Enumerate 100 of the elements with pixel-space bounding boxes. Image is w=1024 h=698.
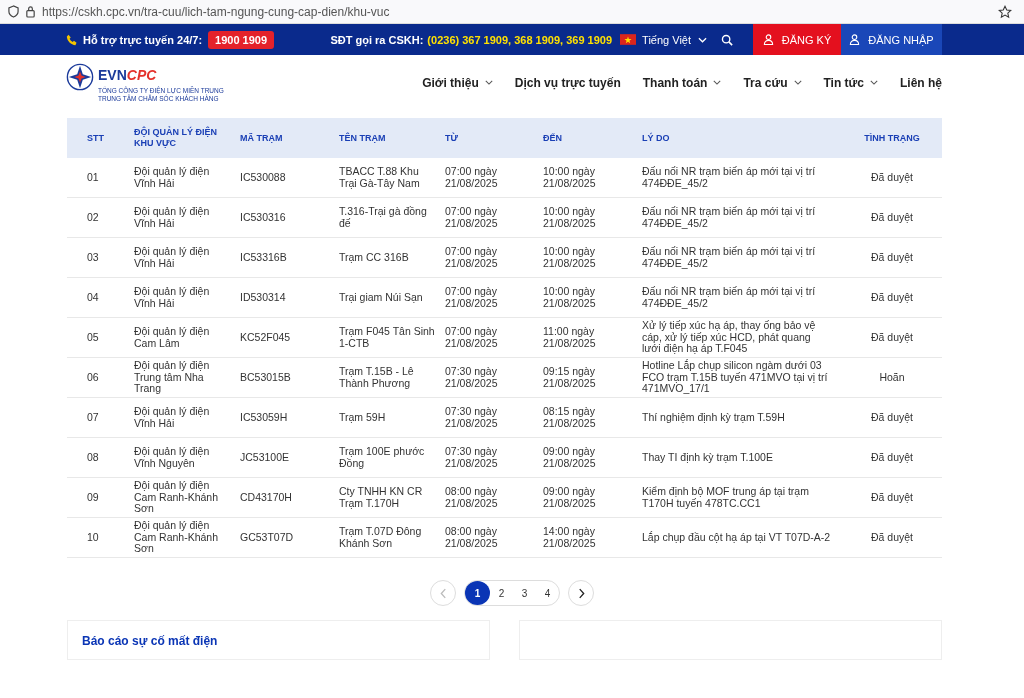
login-button[interactable]: ĐĂNG NHẬP: [841, 24, 942, 55]
page-button[interactable]: 3: [513, 581, 536, 605]
table-cell-text: KC52F045: [240, 331, 292, 344]
chevron-down-icon: [698, 36, 707, 43]
table-cell-text: Trạm F045 Tân Sinh 1-CTB: [339, 326, 436, 349]
table-cell-text: Cty TNHH KN CR Trạm T.170H: [339, 486, 424, 509]
column-header: ĐẾN: [543, 132, 563, 144]
table-cell-text: Đã duyệt: [870, 451, 914, 464]
user-icon: [849, 34, 861, 45]
star-icon[interactable]: [998, 4, 1012, 19]
page-button[interactable]: 4: [536, 581, 559, 605]
table-cell-text: Đấu nối NR trạm biến áp mới tại vị trí 474ĐĐE_45/2: [642, 166, 817, 189]
table-cell-text: 11:00 ngày 21/08/2025: [543, 326, 597, 349]
chevron-down-icon: [793, 80, 802, 85]
table-cell-text: IC53059H: [240, 411, 289, 424]
table-cell-text: 08:00 ngày 21/08/2025: [445, 526, 499, 549]
table-cell-text: Đã duyệt: [870, 291, 914, 304]
table-cell-text: IC530088: [240, 171, 287, 184]
table-cell-text: 03: [86, 251, 100, 264]
table-cell-text: 07:30 ngày 21/08/2025: [445, 366, 499, 389]
table-cell-text: 10:00 ngày 21/08/2025: [543, 286, 597, 309]
column-header: ĐỘI QUẢN LÝ ĐIỆN KHU VỰC: [134, 127, 218, 149]
hotline-badge[interactable]: 1900 1909: [208, 30, 275, 49]
table-cell-text: 10:00 ngày 21/08/2025: [543, 246, 597, 269]
card-title: Báo cáo sự cố mất điện: [82, 634, 218, 648]
table-cell-text: 10:00 ngày 21/08/2025: [543, 166, 597, 189]
table-cell-text: 07:00 ngày 21/08/2025: [445, 246, 499, 269]
table-cell-text: Đã duyệt: [870, 491, 914, 504]
table-cell-text: Lắp chụp đầu cột hạ áp tại VT T07D-A-2: [642, 531, 832, 544]
lock-icon: [25, 5, 36, 18]
table-cell-text: Trạm T.07D Đông Khánh Sơn: [339, 526, 423, 549]
table-cell-text: Đấu nối NR trạm biến áp mới tại vị trí 474ĐĐE_45/2: [642, 246, 817, 269]
logo-icon: [66, 62, 94, 91]
table-cell-text: Đã duyệt: [870, 171, 914, 184]
table-cell-text: Xử lý tiếp xúc hạ áp, thay ống bảo vệ cáp, xử lý tiếp xúc HCD, phát quang lưới điện hạ áp T.F045: [642, 320, 817, 355]
table-cell-text: JC53100E: [240, 451, 291, 464]
table-cell-text: Trạm 59H: [339, 411, 387, 424]
table-cell-text: Đã duyệt: [870, 211, 914, 224]
table-cell-text: 07:00 ngày 21/08/2025: [445, 206, 499, 229]
table-cell-text: Kiểm định bộ MOF trung áp tại trạm T170H tuyến 478TC.CC1: [642, 486, 810, 509]
chevron-left-icon: [439, 587, 447, 599]
table-cell-text: TBACC T.88 Khu Trại Gà-Tây Nam: [339, 166, 421, 189]
table-cell-text: Trại giam Núi Sạn: [339, 291, 424, 304]
table-cell-text: 10:00 ngày 21/08/2025: [543, 206, 597, 229]
phone-icon: [66, 33, 78, 46]
table-cell-text: 07:30 ngày 21/08/2025: [445, 446, 499, 469]
table-cell-text: 07: [86, 411, 100, 424]
table-cell-text: Đã duyệt: [870, 331, 914, 344]
table-cell-text: 09:15 ngày 21/08/2025: [543, 366, 597, 389]
register-button[interactable]: ĐĂNG KÝ: [753, 24, 841, 55]
support-label: Hỗ trợ trực tuyến 24/7:: [83, 33, 203, 46]
table-cell-text: 07:00 ngày 21/08/2025: [445, 166, 499, 189]
table-cell-text: 09:00 ngày 21/08/2025: [543, 486, 597, 509]
table-cell-text: 01: [86, 171, 100, 184]
table-cell-text: Đội quản lý điện Trung tâm Nha Trang: [134, 360, 211, 395]
brand-name: EVNCPC: [98, 66, 158, 83]
cskh-label: SĐT gọi ra CSKH:: [330, 33, 424, 46]
column-header: TÊN TRẠM: [339, 132, 387, 144]
column-header: LÝ DO: [642, 132, 671, 144]
page-button[interactable]: 2: [490, 581, 513, 605]
language-selector[interactable]: Tiếng Việt: [642, 33, 707, 46]
column-header: MÃ TRẠM: [240, 132, 284, 144]
table-cell-text: 08: [86, 451, 100, 464]
table-cell-text: 05: [86, 331, 100, 344]
table-cell-text: 14:00 ngày 21/08/2025: [543, 526, 597, 549]
table-cell-text: 07:00 ngày 21/08/2025: [445, 286, 499, 309]
table-cell-text: 09: [86, 491, 100, 504]
nav-item[interactable]: Thanh toán: [642, 75, 722, 90]
chevron-down-icon: [484, 80, 493, 85]
table-cell-text: Đấu nối NR trạm biến áp mới tại vị trí 474ĐĐE_45/2: [642, 206, 817, 229]
shield-icon: [8, 5, 19, 18]
table-cell-text: CD43170H: [240, 491, 293, 504]
nav-item[interactable]: Giới thiệu: [422, 75, 493, 90]
table-cell-text: Hotline Lắp chụp silicon ngàm dưới 03 FCO trạm T.15B tuyến 471MVO tại vị trí 471MVO_17/1: [642, 360, 829, 395]
chevron-down-icon: [870, 80, 878, 85]
table-cell-text: 07:00 ngày 21/08/2025: [445, 326, 499, 349]
search-icon[interactable]: [721, 33, 733, 46]
table-cell-text: Đội quản lý điện Vĩnh Hải: [134, 166, 211, 189]
table-cell-text: Đội quản lý điện Cam Ranh-Khánh Sơn: [134, 480, 220, 515]
nav-item[interactable]: Dịch vụ trực tuyến: [514, 75, 621, 90]
table-cell-text: 04: [86, 291, 100, 304]
table-cell-text: Đội quản lý điện Vĩnh Hải: [134, 406, 211, 429]
table-cell-text: Đội quản lý điện Cam Lâm: [134, 326, 211, 349]
nav-item[interactable]: Tin tức: [823, 75, 878, 90]
table-cell-text: IC53316B: [240, 251, 288, 264]
table-cell-text: T.316-Trại gà đồng đế: [339, 206, 428, 229]
nav-item[interactable]: Liên hệ: [900, 75, 942, 90]
page-button[interactable]: 1: [465, 581, 490, 605]
table-cell-text: Trạm CC 316B: [339, 251, 410, 264]
table-cell-text: Hoãn: [878, 371, 906, 384]
table-cell-text: 08:15 ngày 21/08/2025: [543, 406, 597, 429]
next-page-button[interactable]: [568, 580, 594, 606]
table-cell-text: 10: [86, 531, 100, 544]
table-cell-text: 09:00 ngày 21/08/2025: [543, 446, 597, 469]
table-cell-text: 06: [86, 371, 100, 384]
user-icon: [762, 34, 774, 45]
cskh-numbers: (0236) 367 1909, 368 1909, 369 1909: [427, 33, 613, 46]
nav-item[interactable]: Tra cứu: [743, 75, 802, 90]
column-header: TỪ: [445, 132, 459, 144]
chevron-down-icon: [713, 80, 722, 85]
